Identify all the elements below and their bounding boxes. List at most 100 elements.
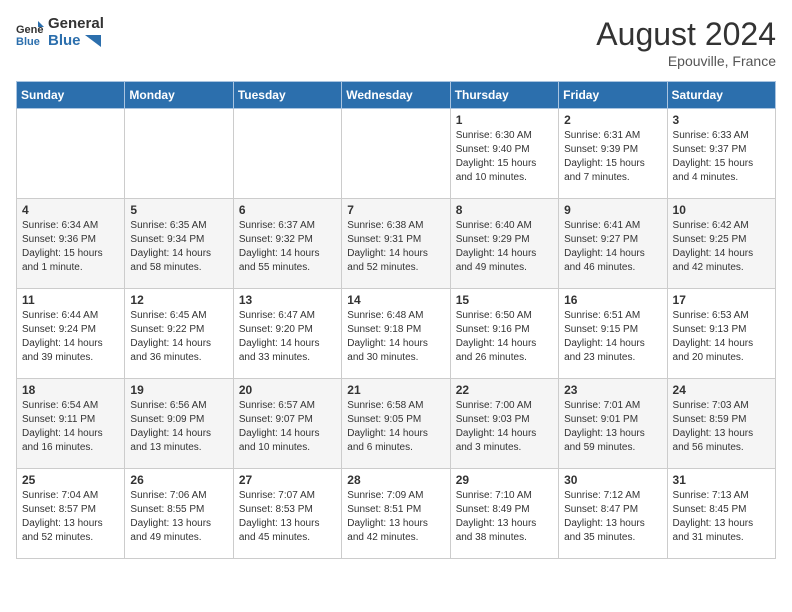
- day-info: Sunrise: 7:04 AM Sunset: 8:57 PM Dayligh…: [22, 489, 119, 545]
- svg-text:Blue: Blue: [16, 36, 40, 47]
- title-block: August 2024 Epouville, France: [596, 16, 776, 69]
- day-number: 16: [564, 293, 661, 307]
- day-number: 27: [239, 473, 336, 487]
- day-cell: 30Sunrise: 7:12 AM Sunset: 8:47 PM Dayli…: [559, 469, 667, 559]
- day-cell: 23 Sunrise: 7:01 AM Sunset: 9:01 PM Dayli…: [559, 379, 667, 469]
- day-cell: 9 Sunrise: 6:41 AM Sunset: 9:27 PM Daylig…: [559, 199, 667, 289]
- day-info: Sunrise: 6:42 AM Sunset: 9:25 PM Dayligh…: [673, 219, 770, 275]
- day-number: 1: [456, 113, 553, 127]
- day-cell: [17, 109, 125, 199]
- day-info: Sunrise: 7:03 AM Sunset: 8:59 PM Dayligh…: [673, 399, 770, 455]
- week-row-2: 11 Sunrise: 6:44 AM Sunset: 9:24 PM Dayli…: [17, 289, 776, 379]
- day-number: 14: [347, 293, 444, 307]
- header-saturday: Saturday: [667, 82, 775, 109]
- week-row-4: 25Sunrise: 7:04 AM Sunset: 8:57 PM Dayli…: [17, 469, 776, 559]
- day-cell: 31Sunrise: 7:13 AM Sunset: 8:45 PM Dayli…: [667, 469, 775, 559]
- day-number: 19: [130, 383, 227, 397]
- day-number: 9: [564, 203, 661, 217]
- day-cell: 11 Sunrise: 6:44 AM Sunset: 9:24 PM Dayli…: [17, 289, 125, 379]
- header-row: Sunday Monday Tuesday Wednesday Thursday…: [17, 82, 776, 109]
- day-info: Sunrise: 6:45 AM Sunset: 9:22 PM Dayligh…: [130, 309, 227, 365]
- day-info: Sunrise: 7:09 AM Sunset: 8:51 PM Dayligh…: [347, 489, 444, 545]
- day-cell: 21 Sunrise: 6:58 AM Sunset: 9:05 PM Dayli…: [342, 379, 450, 469]
- logo-blue-label: Blue: [48, 33, 104, 50]
- day-info: Sunrise: 6:50 AM Sunset: 9:16 PM Dayligh…: [456, 309, 553, 365]
- day-number: 8: [456, 203, 553, 217]
- header-sunday: Sunday: [17, 82, 125, 109]
- day-number: 12: [130, 293, 227, 307]
- day-info: Sunrise: 6:37 AM Sunset: 9:32 PM Dayligh…: [239, 219, 336, 275]
- logo-icon: General Blue: [16, 19, 44, 47]
- day-cell: 7Sunrise: 6:38 AM Sunset: 9:31 PM Daylig…: [342, 199, 450, 289]
- day-info: Sunrise: 6:30 AM Sunset: 9:40 PM Dayligh…: [456, 129, 553, 185]
- day-number: 31: [673, 473, 770, 487]
- day-number: 20: [239, 383, 336, 397]
- day-number: 2: [564, 113, 661, 127]
- day-number: 10: [673, 203, 770, 217]
- day-cell: 2 Sunrise: 6:31 AM Sunset: 9:39 PM Daylig…: [559, 109, 667, 199]
- day-number: 21: [347, 383, 444, 397]
- day-info: Sunrise: 6:47 AM Sunset: 9:20 PM Dayligh…: [239, 309, 336, 365]
- day-info: Sunrise: 6:54 AM Sunset: 9:11 PM Dayligh…: [22, 399, 119, 455]
- day-cell: 24Sunrise: 7:03 AM Sunset: 8:59 PM Dayli…: [667, 379, 775, 469]
- day-cell: 15 Sunrise: 6:50 AM Sunset: 9:16 PM Dayli…: [450, 289, 558, 379]
- logo-chevron: [85, 35, 101, 47]
- header-tuesday: Tuesday: [233, 82, 341, 109]
- day-cell: 14 Sunrise: 6:48 AM Sunset: 9:18 PM Dayli…: [342, 289, 450, 379]
- day-number: 23: [564, 383, 661, 397]
- day-number: 6: [239, 203, 336, 217]
- day-number: 11: [22, 293, 119, 307]
- week-row-1: 4 Sunrise: 6:34 AM Sunset: 9:36 PM Daylig…: [17, 199, 776, 289]
- day-cell: 16 Sunrise: 6:51 AM Sunset: 9:15 PM Dayli…: [559, 289, 667, 379]
- calendar-table: Sunday Monday Tuesday Wednesday Thursday…: [16, 81, 776, 559]
- day-cell: 12 Sunrise: 6:45 AM Sunset: 9:22 PM Dayli…: [125, 289, 233, 379]
- calendar-header: Sunday Monday Tuesday Wednesday Thursday…: [17, 82, 776, 109]
- day-number: 22: [456, 383, 553, 397]
- day-cell: [233, 109, 341, 199]
- page-header: General Blue General Blue General Blue A…: [16, 16, 776, 69]
- day-cell: 8Sunrise: 6:40 AM Sunset: 9:29 PM Daylig…: [450, 199, 558, 289]
- day-cell: [342, 109, 450, 199]
- day-number: 30: [564, 473, 661, 487]
- day-number: 29: [456, 473, 553, 487]
- day-info: Sunrise: 6:48 AM Sunset: 9:18 PM Dayligh…: [347, 309, 444, 365]
- day-cell: 10 Sunrise: 6:42 AM Sunset: 9:25 PM Dayli…: [667, 199, 775, 289]
- day-info: Sunrise: 6:44 AM Sunset: 9:24 PM Dayligh…: [22, 309, 119, 365]
- day-info: Sunrise: 6:41 AM Sunset: 9:27 PM Dayligh…: [564, 219, 661, 275]
- day-cell: 29Sunrise: 7:10 AM Sunset: 8:49 PM Dayli…: [450, 469, 558, 559]
- day-info: Sunrise: 7:07 AM Sunset: 8:53 PM Dayligh…: [239, 489, 336, 545]
- header-friday: Friday: [559, 82, 667, 109]
- day-info: Sunrise: 6:38 AM Sunset: 9:31 PM Dayligh…: [347, 219, 444, 275]
- day-info: Sunrise: 6:57 AM Sunset: 9:07 PM Dayligh…: [239, 399, 336, 455]
- day-info: Sunrise: 6:33 AM Sunset: 9:37 PM Dayligh…: [673, 129, 770, 185]
- day-cell: 13Sunrise: 6:47 AM Sunset: 9:20 PM Dayli…: [233, 289, 341, 379]
- header-monday: Monday: [125, 82, 233, 109]
- day-info: Sunrise: 6:51 AM Sunset: 9:15 PM Dayligh…: [564, 309, 661, 365]
- day-number: 26: [130, 473, 227, 487]
- logo: General Blue General Blue General Blue: [16, 16, 104, 49]
- day-number: 18: [22, 383, 119, 397]
- week-row-3: 18 Sunrise: 6:54 AM Sunset: 9:11 PM Dayli…: [17, 379, 776, 469]
- day-cell: 27 Sunrise: 7:07 AM Sunset: 8:53 PM Dayli…: [233, 469, 341, 559]
- day-info: Sunrise: 7:00 AM Sunset: 9:03 PM Dayligh…: [456, 399, 553, 455]
- day-number: 28: [347, 473, 444, 487]
- day-info: Sunrise: 6:31 AM Sunset: 9:39 PM Dayligh…: [564, 129, 661, 185]
- day-cell: 4 Sunrise: 6:34 AM Sunset: 9:36 PM Daylig…: [17, 199, 125, 289]
- day-info: Sunrise: 6:58 AM Sunset: 9:05 PM Dayligh…: [347, 399, 444, 455]
- day-cell: 1 Sunrise: 6:30 AM Sunset: 9:40 PM Daylig…: [450, 109, 558, 199]
- day-cell: 6 Sunrise: 6:37 AM Sunset: 9:32 PM Daylig…: [233, 199, 341, 289]
- day-info: Sunrise: 7:01 AM Sunset: 9:01 PM Dayligh…: [564, 399, 661, 455]
- day-info: Sunrise: 6:34 AM Sunset: 9:36 PM Dayligh…: [22, 219, 119, 275]
- day-info: Sunrise: 6:53 AM Sunset: 9:13 PM Dayligh…: [673, 309, 770, 365]
- day-cell: 19Sunrise: 6:56 AM Sunset: 9:09 PM Dayli…: [125, 379, 233, 469]
- day-number: 5: [130, 203, 227, 217]
- day-cell: 28 Sunrise: 7:09 AM Sunset: 8:51 PM Dayli…: [342, 469, 450, 559]
- day-number: 15: [456, 293, 553, 307]
- day-number: 4: [22, 203, 119, 217]
- day-number: 3: [673, 113, 770, 127]
- header-wednesday: Wednesday: [342, 82, 450, 109]
- day-cell: 25Sunrise: 7:04 AM Sunset: 8:57 PM Dayli…: [17, 469, 125, 559]
- day-cell: 5Sunrise: 6:35 AM Sunset: 9:34 PM Daylig…: [125, 199, 233, 289]
- calendar-body: 1 Sunrise: 6:30 AM Sunset: 9:40 PM Daylig…: [17, 109, 776, 559]
- day-cell: [125, 109, 233, 199]
